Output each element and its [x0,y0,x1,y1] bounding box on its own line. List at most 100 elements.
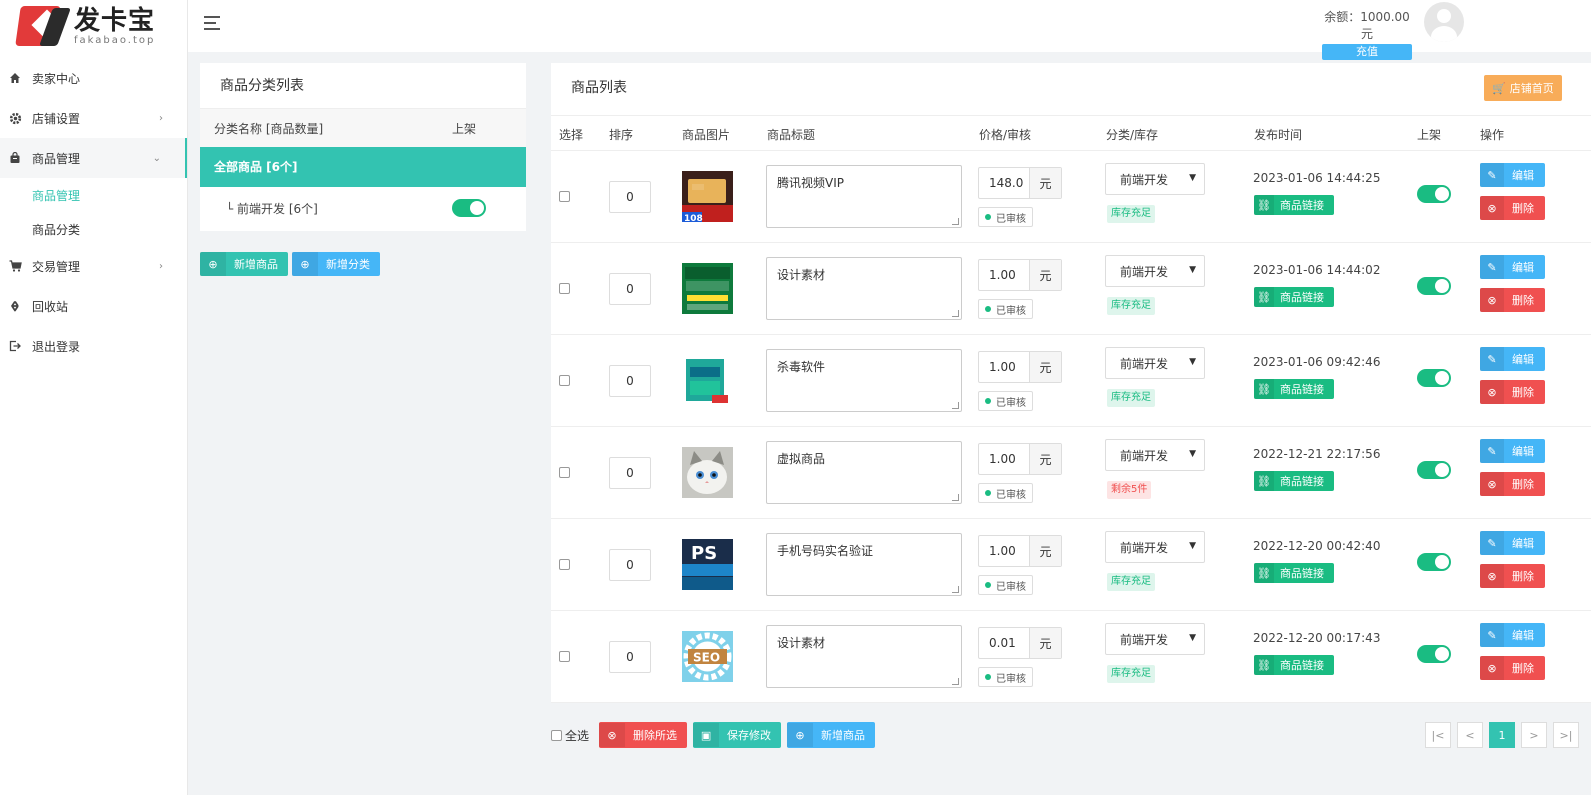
product-thumbnail [682,263,733,314]
category-select[interactable]: 前端开发 ▼ [1105,255,1205,287]
title-textarea[interactable]: 腾讯视频VIP [766,165,962,228]
sidebar-subitem-category[interactable]: 商品分类 [0,212,187,246]
title-textarea[interactable]: 设计素材 [766,625,962,688]
price-input-group[interactable]: 0.01 元 [978,627,1062,659]
product-link-button[interactable]: ⛓ 商品链接 [1254,287,1334,307]
add-category-button[interactable]: ⊕ 新增分类 [292,252,380,276]
price-input-group[interactable]: 1.00 元 [978,259,1062,291]
close-circle-icon: ⊗ [1480,564,1504,588]
on-shelf-toggle[interactable] [1417,553,1451,571]
price-input[interactable]: 1.00 [979,352,1029,382]
category-actions: ⊕ 新增商品 ⊕ 新增分类 [200,252,380,276]
logo-mark-icon [15,2,71,50]
page-next[interactable]: > [1521,722,1547,748]
category-select[interactable]: 前端开发 ▼ [1105,163,1205,195]
row-checkbox[interactable] [559,283,570,294]
row-checkbox[interactable] [559,467,570,478]
sort-input[interactable]: 0 [609,273,651,305]
price-input[interactable]: 1.00 [979,536,1029,566]
col-category: 分类/库存 [1106,128,1159,142]
sidebar-item-logout[interactable]: 退出登录 [0,326,187,366]
on-shelf-toggle[interactable] [1417,185,1451,203]
title-textarea[interactable]: 虚拟商品 [766,441,962,504]
row-checkbox[interactable] [559,559,570,570]
product-link-button[interactable]: ⛓ 商品链接 [1254,655,1334,675]
menu-toggle-icon[interactable] [204,16,220,30]
page-first[interactable]: |< [1425,722,1451,748]
price-input-group[interactable]: 1.00 元 [978,351,1062,383]
recharge-button[interactable]: 充值 [1322,44,1412,60]
sidebar-item-recycle-bin[interactable]: 回收站 [0,286,187,326]
on-shelf-toggle[interactable] [1417,645,1451,663]
sort-input[interactable]: 0 [609,549,651,581]
delete-button[interactable]: ⊗ 删除 [1480,288,1545,312]
on-shelf-toggle[interactable] [1417,461,1451,479]
caret-down-icon: ▼ [1189,173,1196,183]
brand-name: 发卡宝 [74,5,156,36]
price-input[interactable]: 0.01 [979,628,1029,658]
top-bar: 余额：1000.00元 充值 [188,0,1591,60]
price-input[interactable]: 1.00 [979,444,1029,474]
edit-button[interactable]: ✎ 编辑 [1480,255,1545,279]
delete-button[interactable]: ⊗ 删除 [1480,196,1545,220]
sort-input[interactable]: 0 [609,365,651,397]
col-sort: 排序 [609,128,634,142]
product-link-button[interactable]: ⛓ 商品链接 [1254,471,1334,491]
edit-button[interactable]: ✎ 编辑 [1480,163,1545,187]
price-input-group[interactable]: 148.0 元 [978,167,1062,199]
sort-input[interactable]: 0 [609,457,651,489]
delete-button[interactable]: ⊗ 删除 [1480,564,1545,588]
category-select[interactable]: 前端开发 ▼ [1105,623,1205,655]
bag-icon [8,151,22,165]
category-row[interactable]: └ 前端开发 [6个] [200,187,526,229]
delete-button[interactable]: ⊗ 删除 [1480,380,1545,404]
select-all-checkbox[interactable] [551,729,562,741]
price-input[interactable]: 1.00 [979,260,1029,290]
on-shelf-toggle[interactable] [1417,369,1451,387]
price-input-group[interactable]: 1.00 元 [978,443,1062,475]
row-checkbox[interactable] [559,375,570,386]
shop-home-button[interactable]: 🛒 店铺首页 [1484,75,1562,101]
avatar[interactable] [1424,2,1464,42]
edit-button[interactable]: ✎ 编辑 [1480,347,1545,371]
sidebar-item-seller-center[interactable]: 卖家中心 [0,58,187,98]
sidebar-item-shop-settings[interactable]: 店铺设置 › [0,98,187,138]
page-current[interactable]: 1 [1489,722,1515,748]
add-goods-button[interactable]: ⊕ 新增商品 [200,252,288,276]
sort-input[interactable]: 0 [609,641,651,673]
on-shelf-toggle[interactable] [1417,277,1451,295]
goods-panel-title: 商品列表 [571,80,627,96]
edit-button[interactable]: ✎ 编辑 [1480,623,1545,647]
page-last[interactable]: >| [1553,722,1579,748]
delete-button[interactable]: ⊗ 删除 [1480,656,1545,680]
sidebar-subitem-goods[interactable]: 商品管理 [0,178,187,212]
logo[interactable]: 发卡宝 fakabao.top [0,0,187,52]
add-goods-bottom-button[interactable]: ⊕ 新增商品 [787,722,876,748]
row-checkbox[interactable] [559,191,570,202]
edit-button[interactable]: ✎ 编辑 [1480,531,1545,555]
category-select[interactable]: 前端开发 ▼ [1105,347,1205,379]
page-prev[interactable]: < [1457,722,1483,748]
delete-selected-button[interactable]: ⊗ 删除所选 [599,722,688,748]
category-select[interactable]: 前端开发 ▼ [1105,531,1205,563]
title-textarea[interactable]: 设计素材 [766,257,962,320]
category-select[interactable]: 前端开发 ▼ [1105,439,1205,471]
sort-input[interactable]: 0 [609,181,651,213]
category-all-goods[interactable]: 全部商品 [6个] [200,147,526,187]
product-link-button[interactable]: ⛓ 商品链接 [1254,195,1334,215]
price-input[interactable]: 148.0 [979,168,1029,198]
link-icon: ⛓ [1254,287,1274,307]
price-input-group[interactable]: 1.00 元 [978,535,1062,567]
category-on-toggle[interactable] [452,199,486,217]
product-link-button[interactable]: ⛓ 商品链接 [1254,379,1334,399]
edit-button[interactable]: ✎ 编辑 [1480,439,1545,463]
title-textarea[interactable]: 杀毒软件 [766,349,962,412]
product-link-button[interactable]: ⛓ 商品链接 [1254,563,1334,583]
save-button[interactable]: ▣ 保存修改 [693,722,782,748]
delete-button[interactable]: ⊗ 删除 [1480,472,1545,496]
row-checkbox[interactable] [559,651,570,662]
select-all[interactable]: 全选 [551,727,589,744]
sidebar-item-trade-management[interactable]: 交易管理 › [0,246,187,286]
sidebar-item-goods-management[interactable]: 商品管理 ⌄ [0,138,187,178]
title-textarea[interactable]: 手机号码实名验证 [766,533,962,596]
